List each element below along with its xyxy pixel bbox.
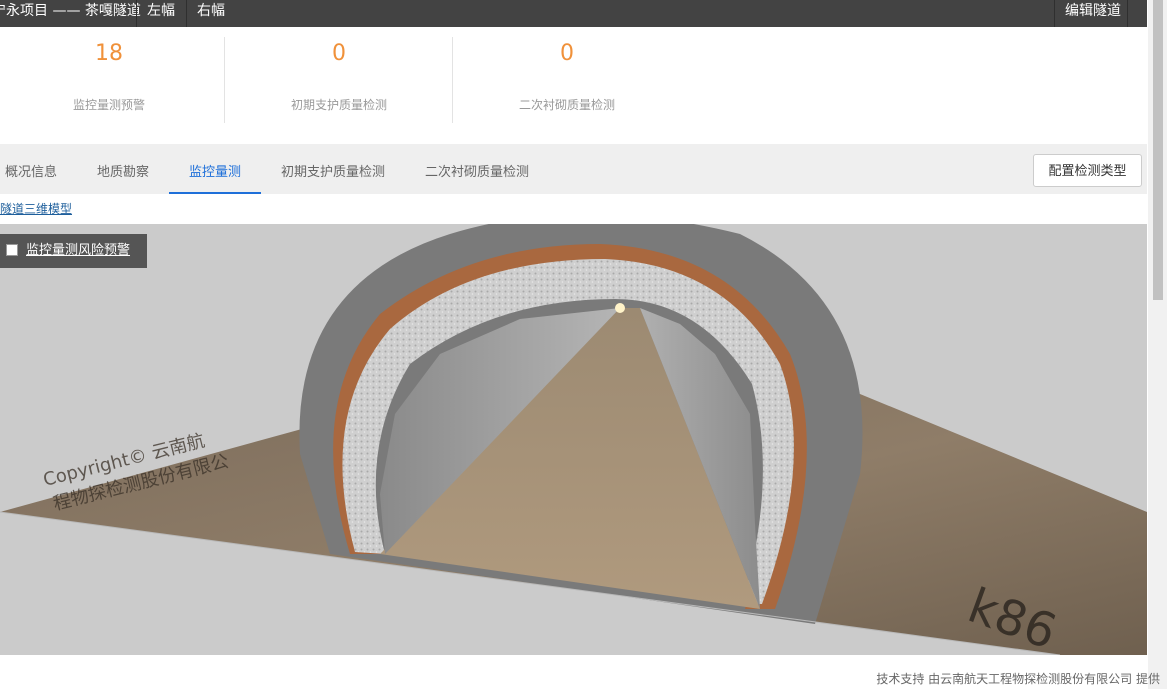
tab-secondary-lining[interactable]: 二次衬砌质量检测 bbox=[425, 144, 529, 194]
top-bar: 宁永项目 —— 茶嘎隧道 左幅 右幅 编辑隧道 bbox=[0, 0, 1147, 27]
stat-secondary-lining[interactable]: 0 二次衬砌质量检测 bbox=[452, 37, 681, 123]
tunnel-3d-model-link[interactable]: 隧道三维模型 bbox=[0, 200, 72, 217]
risk-warning-toggle[interactable]: 监控量测风险预警 bbox=[0, 234, 147, 268]
edit-tunnel-button[interactable]: 编辑隧道 bbox=[1054, 0, 1128, 27]
project-title: 宁永项目 —— 茶嘎隧道 bbox=[0, 3, 141, 19]
tunnel-3d-viewport[interactable]: Copyright© 云南航 程物探检测股份有限公 k86 监控量测风险预警 bbox=[0, 224, 1147, 655]
tab-initial-support[interactable]: 初期支护质量检测 bbox=[281, 144, 385, 194]
stat-label: 监控量测预警 bbox=[72, 98, 145, 112]
stats-panel: 18 监控量测预警 0 初期支护质量检测 0 二次衬砌质量检测 bbox=[0, 27, 1147, 144]
stat-label: 初期支护质量检测 bbox=[290, 98, 387, 112]
stat-monitoring-warning[interactable]: 18 监控量测预警 bbox=[0, 37, 223, 123]
page-scrollbar[interactable] bbox=[1148, 0, 1167, 689]
right-tunnel-button[interactable]: 右幅 bbox=[186, 0, 235, 27]
stat-initial-support[interactable]: 0 初期支护质量检测 bbox=[224, 37, 453, 123]
tab-overview[interactable]: 概况信息 bbox=[5, 144, 57, 194]
risk-warning-checkbox[interactable] bbox=[6, 243, 18, 256]
footer-credit: 技术支持 由云南航天工程物探检测股份有限公司 提供 bbox=[876, 672, 1160, 686]
tab-monitoring[interactable]: 监控量测 bbox=[169, 144, 261, 194]
tunnel-3d-scene: Copyright© 云南航 程物探检测股份有限公 k86 bbox=[0, 224, 1147, 655]
tab-geology[interactable]: 地质勘察 bbox=[97, 144, 149, 194]
stat-value: 0 bbox=[560, 41, 574, 66]
config-detection-type-button[interactable]: 配置检测类型 bbox=[1033, 154, 1142, 187]
risk-warning-label: 监控量测风险预警 bbox=[26, 243, 131, 258]
stat-value: 0 bbox=[332, 41, 346, 66]
left-tunnel-button[interactable]: 左幅 bbox=[136, 0, 185, 27]
tunnel-light bbox=[615, 303, 625, 313]
stat-value: 18 bbox=[95, 41, 123, 66]
scrollbar-thumb[interactable] bbox=[1153, 0, 1163, 300]
tab-bar: 概况信息 地质勘察 监控量测 初期支护质量检测 二次衬砌质量检测 配置检测类型 bbox=[0, 144, 1147, 194]
stat-label: 二次衬砌质量检测 bbox=[518, 98, 615, 112]
